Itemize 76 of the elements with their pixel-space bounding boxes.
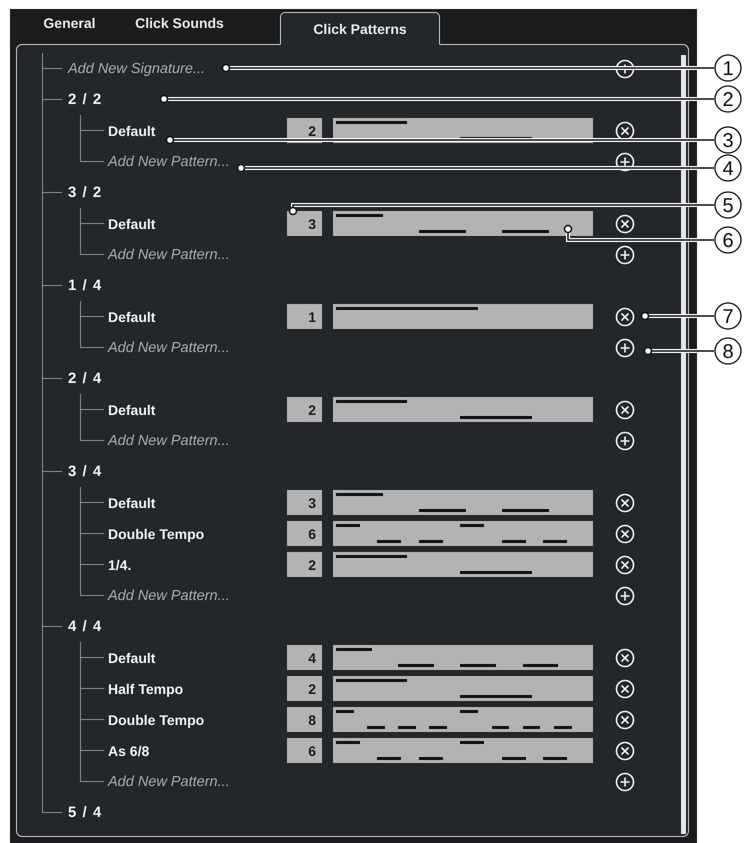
beat-count[interactable]: 2	[287, 552, 322, 577]
signature-label[interactable]: 4 / 4	[68, 618, 102, 635]
click-pattern-bar[interactable]	[333, 738, 593, 763]
add-pattern-link[interactable]: Add New Pattern...	[108, 246, 230, 262]
pattern-name[interactable]: Default	[108, 650, 156, 666]
remove-icon[interactable]	[615, 740, 635, 760]
callout-number: 1	[714, 54, 742, 82]
beat-count[interactable]: 8	[287, 707, 322, 732]
beat-count[interactable]: 2	[287, 397, 322, 422]
beat-count[interactable]: 4	[287, 645, 322, 670]
tab[interactable]: Click Sounds	[127, 11, 232, 35]
remove-icon[interactable]	[615, 492, 635, 512]
tab[interactable]: Click Patterns	[280, 12, 440, 45]
beat-count[interactable]: 6	[287, 521, 322, 546]
click-pattern-bar[interactable]	[333, 645, 593, 670]
pattern-name[interactable]: 1/4.	[108, 556, 132, 572]
callout-number: 3	[714, 126, 742, 154]
pattern-name[interactable]: Default	[108, 494, 156, 510]
leader-line	[644, 346, 714, 356]
add-pattern-link[interactable]: Add New Pattern...	[108, 154, 230, 170]
remove-icon[interactable]	[615, 648, 635, 668]
beat-count[interactable]: 1	[287, 304, 322, 329]
add-icon[interactable]	[615, 244, 635, 264]
remove-icon[interactable]	[615, 306, 635, 326]
pattern-name[interactable]: Default	[108, 216, 156, 232]
signature-label[interactable]: 3 / 4	[68, 463, 102, 480]
pattern-name[interactable]: As 6/8	[108, 742, 150, 758]
callout-number: 4	[714, 154, 742, 182]
tab[interactable]: General	[12, 11, 127, 35]
remove-icon[interactable]	[615, 678, 635, 698]
beat-count[interactable]: 6	[287, 738, 322, 763]
add-pattern-link[interactable]: Add New Pattern...	[108, 432, 230, 448]
callout-number: 5	[714, 191, 742, 219]
callout-number: 8	[714, 337, 742, 365]
scrollbar[interactable]	[681, 55, 686, 834]
beat-count[interactable]: 3	[287, 490, 322, 515]
pattern-name[interactable]: Default	[108, 402, 156, 418]
add-pattern-link[interactable]: Add New Pattern...	[108, 774, 230, 790]
click-pattern-bar[interactable]	[333, 304, 593, 329]
remove-icon[interactable]	[615, 554, 635, 574]
pattern-name[interactable]: Half Tempo	[108, 680, 184, 696]
pattern-name[interactable]: Double Tempo	[108, 526, 204, 542]
beat-count[interactable]: 2	[287, 676, 322, 701]
pattern-name[interactable]: Default	[108, 122, 156, 138]
click-pattern-bar[interactable]	[333, 552, 593, 577]
add-pattern-link[interactable]: Add New Pattern...	[108, 588, 230, 604]
add-icon[interactable]	[615, 430, 635, 450]
pattern-name[interactable]: Double Tempo	[108, 712, 204, 728]
add-pattern-link[interactable]: Add New Pattern...	[108, 340, 230, 356]
remove-icon[interactable]	[615, 524, 635, 544]
beat-count[interactable]: 3	[287, 211, 322, 236]
remove-icon[interactable]	[615, 710, 635, 730]
signature-label[interactable]: 2 / 4	[68, 370, 102, 387]
remove-icon[interactable]	[615, 214, 635, 234]
remove-icon[interactable]	[615, 400, 635, 420]
callout-number: 6	[714, 226, 742, 254]
click-pattern-bar[interactable]	[333, 397, 593, 422]
pattern-name[interactable]: Default	[108, 308, 156, 324]
callout-number: 7	[714, 302, 742, 330]
click-pattern-bar[interactable]	[333, 707, 593, 732]
remove-icon[interactable]	[615, 120, 635, 140]
click-pattern-bar[interactable]	[333, 490, 593, 515]
signature-label[interactable]: 5 / 4	[68, 804, 102, 821]
signature-label[interactable]: 2 / 2	[68, 91, 102, 108]
click-pattern-bar[interactable]	[333, 211, 593, 236]
add-icon[interactable]	[615, 338, 635, 358]
add-icon[interactable]	[615, 152, 635, 172]
click-pattern-bar[interactable]	[333, 521, 593, 546]
add-signature-link[interactable]: Add New Signature...	[68, 60, 206, 76]
add-icon[interactable]	[615, 586, 635, 606]
callout-number: 2	[714, 85, 742, 113]
add-icon[interactable]	[615, 772, 635, 792]
signature-label[interactable]: 1 / 4	[68, 277, 102, 294]
click-pattern-bar[interactable]	[333, 676, 593, 701]
add-icon[interactable]	[615, 58, 635, 78]
signature-label[interactable]: 3 / 2	[68, 184, 102, 201]
